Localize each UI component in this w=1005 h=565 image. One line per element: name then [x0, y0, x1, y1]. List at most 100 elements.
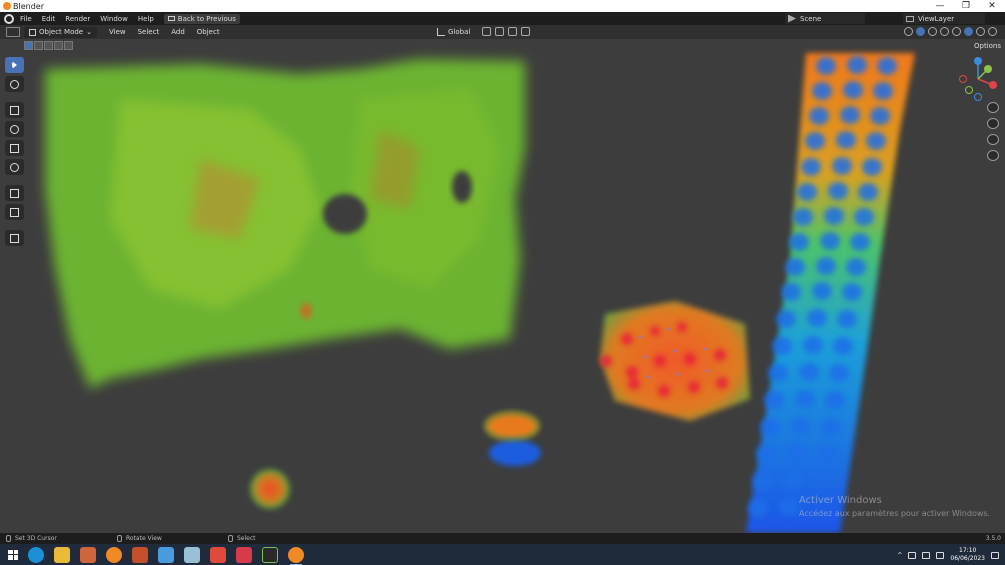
transform-orientation-dropdown[interactable]: Global [437, 26, 470, 37]
solid-shading-icon[interactable] [964, 27, 973, 36]
x-axis-handle[interactable] [989, 81, 997, 89]
maximize-button[interactable]: ❐ [953, 0, 979, 12]
terminal-app-icon[interactable] [262, 546, 278, 563]
orange-cube-object[interactable] [600, 301, 750, 421]
tool-add-cube[interactable] [5, 230, 24, 246]
select-intersect-icon[interactable] [64, 41, 73, 50]
zoom-icon[interactable] [987, 102, 999, 113]
cursor-arrow-icon [12, 61, 17, 69]
menu-select[interactable]: Select [138, 28, 160, 36]
network-icon[interactable] [922, 551, 931, 559]
move-icon [10, 105, 19, 115]
y-axis-handle[interactable] [984, 65, 992, 73]
small-split-blob-object[interactable] [484, 411, 541, 466]
snap-icon[interactable] [495, 27, 504, 36]
rendered-shading-icon[interactable] [988, 27, 997, 36]
select-invert-icon[interactable] [54, 41, 63, 50]
windows-taskbar: ^ 17:10 06/06/2023 [0, 544, 1005, 565]
viewport-toolbar [5, 57, 25, 246]
window-controls: — ❐ ✕ [927, 0, 1005, 12]
tool-rotate[interactable] [5, 121, 24, 137]
blender-logo-icon[interactable] [4, 13, 14, 24]
tall-strip-object[interactable] [746, 53, 915, 533]
editor-type-icon[interactable] [6, 27, 20, 37]
windows-activation-watermark: Activer Windows Accédez aux paramètres p… [799, 495, 990, 518]
blender-app-icon [3, 2, 11, 10]
status-hint-label: Set 3D Cursor [15, 535, 57, 542]
add-cube-icon [10, 233, 19, 243]
volume-icon[interactable] [936, 551, 945, 559]
options-dropdown[interactable]: Options [974, 42, 1001, 50]
menu-file[interactable]: File [20, 15, 32, 23]
close-button[interactable]: ✕ [979, 0, 1005, 12]
menu-edit[interactable]: Edit [42, 15, 56, 23]
neg-z-axis-handle[interactable] [974, 93, 982, 101]
menu-add[interactable]: Add [171, 28, 185, 36]
3d-viewport[interactable] [0, 39, 1005, 533]
select-new-icon[interactable] [24, 41, 33, 50]
snap-target-icon[interactable] [508, 27, 517, 36]
menu-render[interactable]: Render [65, 15, 90, 23]
bluetooth-icon[interactable] [908, 551, 917, 559]
back-to-previous-button[interactable]: Back to Previous [163, 13, 240, 24]
viewport-header: Object Mode ⌄ View Select Add Object Glo… [0, 25, 1005, 39]
transform-icon [10, 162, 19, 172]
mode-dropdown[interactable]: Object Mode ⌄ [24, 26, 97, 38]
pan-hand-icon[interactable] [987, 118, 999, 129]
tool-transform[interactable] [5, 159, 24, 175]
app-icon-9[interactable] [236, 546, 252, 563]
blender-launcher-icon[interactable] [106, 546, 122, 563]
pivot-icon[interactable] [482, 27, 491, 36]
edge-browser-icon[interactable] [28, 546, 44, 563]
viewport-scene [45, 53, 915, 533]
green-volume-object[interactable] [45, 59, 525, 389]
app-icon-5[interactable] [132, 546, 148, 563]
windows-start-icon[interactable] [8, 549, 18, 560]
tool-scale[interactable] [5, 140, 24, 156]
minimize-button[interactable]: — [927, 0, 953, 12]
tray-expand-icon[interactable]: ^ [897, 552, 902, 559]
tool-measure[interactable] [5, 204, 24, 220]
chevron-down-icon: ⌄ [86, 28, 92, 36]
camera-icon[interactable] [987, 134, 999, 145]
system-clock[interactable]: 17:10 06/06/2023 [950, 547, 985, 563]
blender-active-taskbar-icon[interactable] [288, 546, 304, 565]
grid-perspective-icon[interactable] [987, 150, 999, 161]
visibility-icon[interactable] [904, 27, 913, 36]
annotate-pencil-icon [10, 188, 19, 198]
menu-help[interactable]: Help [138, 15, 154, 23]
menu-view[interactable]: View [109, 28, 126, 36]
game-app-icon[interactable] [80, 546, 96, 563]
scale-icon [10, 143, 19, 153]
app-icon-6[interactable] [158, 546, 174, 563]
tool-select-box[interactable] [5, 57, 24, 73]
menu-object[interactable]: Object [197, 28, 220, 36]
proportional-edit-icon[interactable] [521, 27, 530, 36]
select-subtract-icon[interactable] [44, 41, 53, 50]
small-orange-blob-object[interactable] [250, 469, 290, 509]
navigation-gizmo[interactable] [955, 56, 1001, 102]
neg-y-axis-handle[interactable] [965, 86, 973, 94]
tool-cursor[interactable] [5, 76, 24, 92]
view-layer-selector[interactable]: ViewLayer [903, 13, 985, 24]
app-icon-7[interactable] [184, 546, 200, 563]
file-explorer-icon[interactable] [54, 546, 70, 563]
menu-window[interactable]: Window [100, 15, 128, 23]
tool-settings-row: Options [0, 39, 1005, 53]
gizmo-toggle-icon[interactable] [916, 27, 925, 36]
wireframe-shading-icon[interactable] [952, 27, 961, 36]
shading-controls [904, 27, 997, 36]
neg-x-axis-handle[interactable] [959, 75, 967, 83]
app-icon-8[interactable] [210, 546, 226, 563]
notifications-icon[interactable] [991, 551, 999, 559]
tool-annotate[interactable] [5, 185, 24, 201]
z-axis-handle[interactable] [974, 57, 982, 65]
scene-selector[interactable]: Scene [785, 13, 865, 24]
select-extend-icon[interactable] [34, 41, 43, 50]
status-hint-label: Rotate View [126, 535, 162, 542]
tool-move[interactable] [5, 102, 24, 118]
xray-toggle-icon[interactable] [940, 27, 949, 36]
window-title: Blender [13, 1, 44, 11]
material-shading-icon[interactable] [976, 27, 985, 36]
overlay-toggle-icon[interactable] [928, 27, 937, 36]
